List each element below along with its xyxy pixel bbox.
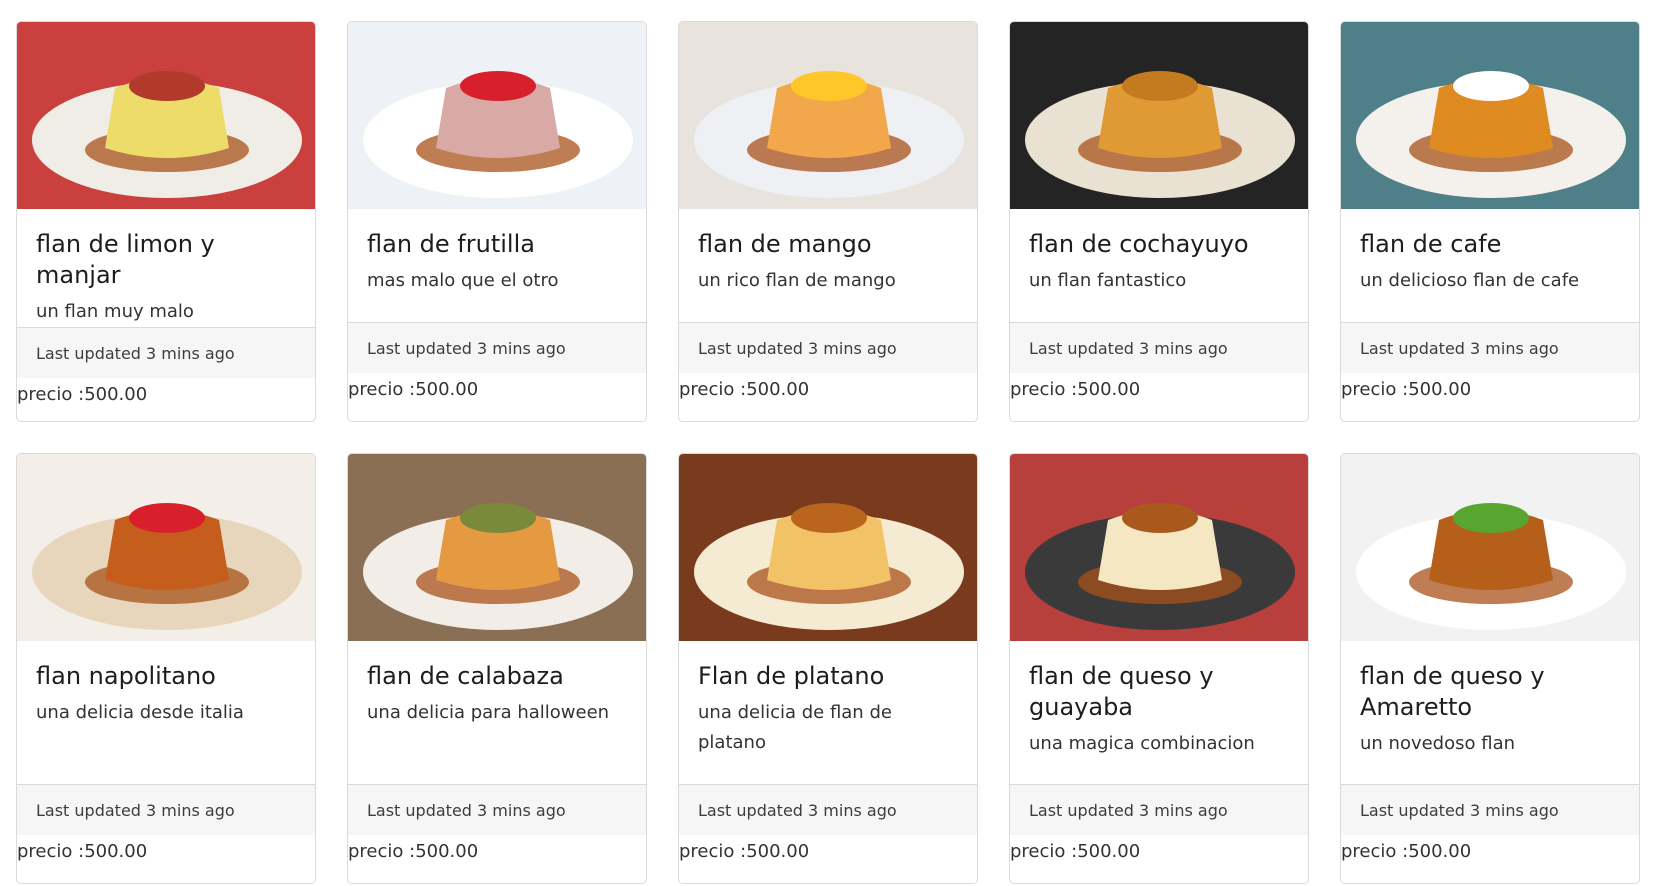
flan-illustration [679, 454, 977, 641]
card-description: una delicia desde italia [36, 702, 244, 723]
last-updated-footer: Last updated 3 mins ago [348, 322, 646, 373]
last-updated-footer: Last updated 3 mins ago [17, 784, 315, 835]
card-description: un novedoso flan [1360, 733, 1516, 754]
flan-pumpkin-photo[interactable] [348, 454, 646, 641]
last-updated-text: Last updated 3 mins ago [367, 800, 566, 820]
card-description: un rico flan de mango [698, 270, 896, 291]
flan-illustration [17, 22, 315, 209]
last-updated-text: Last updated 3 mins ago [1029, 338, 1228, 358]
card-title[interactable]: flan napolitano [36, 661, 297, 692]
flan-strawberry-photo[interactable] [348, 22, 646, 209]
last-updated-text: Last updated 3 mins ago [367, 338, 566, 358]
price-label: precio :500.00 [348, 841, 479, 862]
last-updated-footer: Last updated 3 mins ago [1341, 784, 1639, 835]
card-title[interactable]: flan de mango [698, 229, 959, 260]
card-description: mas malo que el otro [367, 270, 559, 291]
card-title[interactable]: flan de cafe [1360, 229, 1621, 260]
flan-illustration [348, 454, 646, 641]
product-card[interactable]: flan de cochayuyo un flan fantastico Last … [1009, 21, 1309, 422]
card-description: un flan fantastico [1029, 270, 1187, 291]
flan-lemon-photo[interactable] [17, 22, 315, 209]
card-description: una delicia de flan de platano [698, 702, 892, 753]
flan-illustration [1010, 22, 1308, 209]
product-card[interactable]: flan de mango un rico flan de mango Last u… [678, 21, 978, 422]
last-updated-footer: Last updated 3 mins ago [17, 327, 315, 378]
price-label: precio :500.00 [348, 379, 479, 400]
product-card[interactable]: flan napolitano una delicia desde italia L… [16, 453, 316, 884]
flan-cheese-guava-photo[interactable] [1010, 454, 1308, 641]
last-updated-text: Last updated 3 mins ago [698, 800, 897, 820]
card-body: flan de queso y guayaba una magica combin… [1010, 641, 1308, 784]
price-label: precio :500.00 [679, 379, 810, 400]
price-label: precio :500.00 [1010, 841, 1141, 862]
card-body: flan napolitano una delicia desde italia [17, 641, 315, 784]
card-title[interactable]: flan de queso y Amaretto [1360, 661, 1621, 723]
price-label: precio :500.00 [17, 841, 148, 862]
card-body: flan de frutilla mas malo que el otro [348, 209, 646, 322]
card-description: una delicia para halloween [367, 702, 610, 723]
flan-cochayuyo-photo[interactable] [1010, 22, 1308, 209]
last-updated-footer: Last updated 3 mins ago [1010, 322, 1308, 373]
flan-coffee-photo[interactable] [1341, 22, 1639, 209]
card-body: flan de limon y manjar un flan muy malo [17, 209, 315, 327]
flan-illustration [1341, 22, 1639, 209]
card-body: flan de mango un rico flan de mango [679, 209, 977, 322]
flan-illustration [1010, 454, 1308, 641]
card-description: un delicioso flan de cafe [1360, 270, 1580, 291]
product-card[interactable]: Flan de platano una delicia de flan de pl… [678, 453, 978, 884]
card-description: un flan muy malo [36, 301, 194, 322]
last-updated-footer: Last updated 3 mins ago [679, 784, 977, 835]
card-body: Flan de platano una delicia de flan de pl… [679, 641, 977, 784]
flan-illustration [348, 22, 646, 209]
card-title[interactable]: flan de cochayuyo [1029, 229, 1290, 260]
last-updated-text: Last updated 3 mins ago [1360, 800, 1559, 820]
card-body: flan de queso y Amaretto un novedoso flan [1341, 641, 1639, 784]
last-updated-text: Last updated 3 mins ago [36, 800, 235, 820]
flan-napolitano-photo[interactable] [17, 454, 315, 641]
last-updated-footer: Last updated 3 mins ago [679, 322, 977, 373]
product-card[interactable]: flan de frutilla mas malo que el otro Last… [347, 21, 647, 422]
product-grid: flan de limon y manjar un flan muy malo La… [0, 0, 1658, 884]
price-label: precio :500.00 [1341, 379, 1472, 400]
flan-illustration [1341, 454, 1639, 641]
last-updated-text: Last updated 3 mins ago [36, 343, 235, 363]
card-description: una magica combinacion [1029, 733, 1255, 754]
price-label: precio :500.00 [1341, 841, 1472, 862]
price-label: precio :500.00 [679, 841, 810, 862]
product-card[interactable]: flan de cafe un delicioso flan de cafe Las… [1340, 21, 1640, 422]
card-body: flan de cafe un delicioso flan de cafe [1341, 209, 1639, 322]
product-card[interactable]: flan de queso y guayaba una magica combin… [1009, 453, 1309, 884]
card-title[interactable]: flan de calabaza [367, 661, 628, 692]
flan-mango-photo[interactable] [679, 22, 977, 209]
price-label: precio :500.00 [1010, 379, 1141, 400]
flan-banana-photo[interactable] [679, 454, 977, 641]
product-card[interactable]: flan de queso y Amaretto un novedoso flan… [1340, 453, 1640, 884]
product-card[interactable]: flan de limon y manjar un flan muy malo La… [16, 21, 316, 422]
last-updated-footer: Last updated 3 mins ago [348, 784, 646, 835]
card-body: flan de calabaza una delicia para hallowe… [348, 641, 646, 784]
card-title[interactable]: flan de queso y guayaba [1029, 661, 1290, 723]
last-updated-text: Last updated 3 mins ago [1360, 338, 1559, 358]
flan-illustration [679, 22, 977, 209]
product-card[interactable]: flan de calabaza una delicia para hallowe… [347, 453, 647, 884]
card-title[interactable]: Flan de platano [698, 661, 959, 692]
flan-amaretto-kiwi-photo[interactable] [1341, 454, 1639, 641]
card-title[interactable]: flan de frutilla [367, 229, 628, 260]
card-body: flan de cochayuyo un flan fantastico [1010, 209, 1308, 322]
price-label: precio :500.00 [17, 384, 148, 405]
flan-illustration [17, 454, 315, 641]
last-updated-text: Last updated 3 mins ago [1029, 800, 1228, 820]
last-updated-footer: Last updated 3 mins ago [1341, 322, 1639, 373]
card-title[interactable]: flan de limon y manjar [36, 229, 297, 291]
last-updated-footer: Last updated 3 mins ago [1010, 784, 1308, 835]
last-updated-text: Last updated 3 mins ago [698, 338, 897, 358]
